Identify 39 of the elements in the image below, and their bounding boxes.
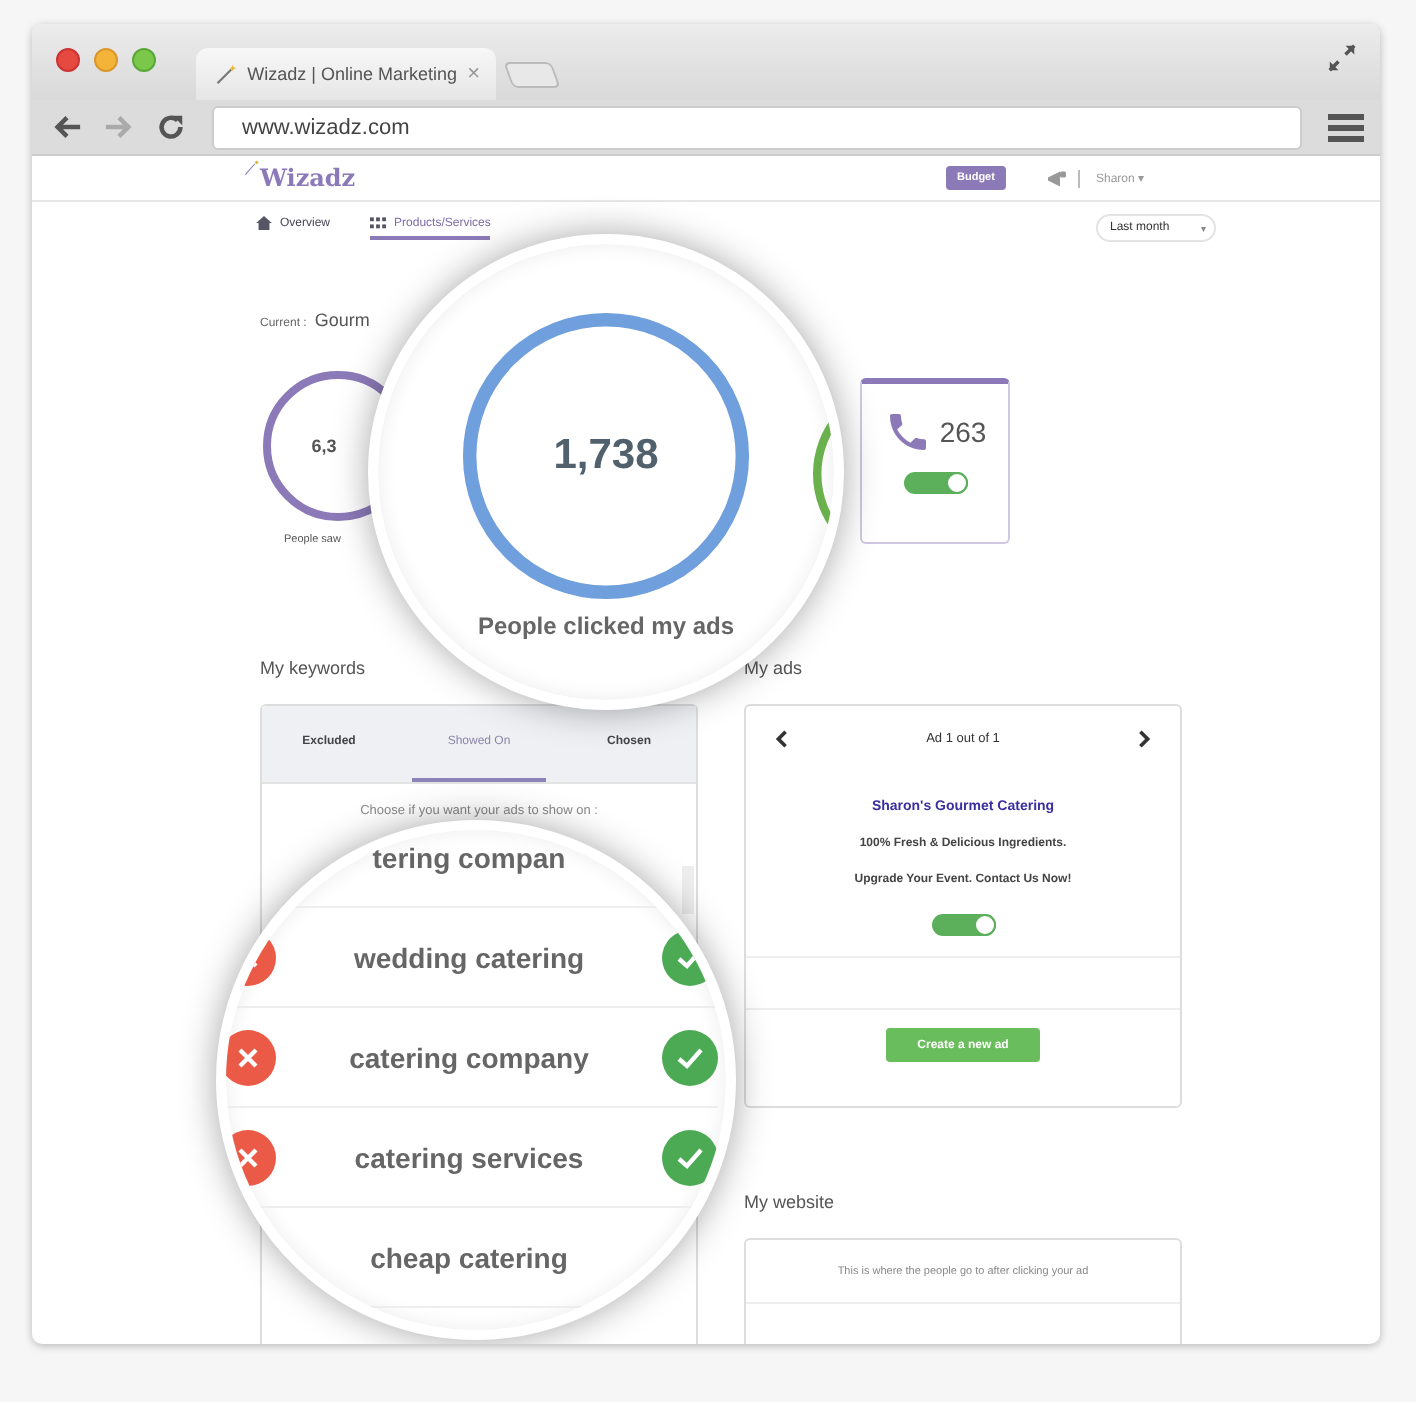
keyword: catering company [349,1041,589,1073]
keyword: tering compan [372,841,566,873]
tab-close-button[interactable]: × [467,62,480,86]
toggle-switch[interactable] [903,472,967,494]
section-heading: My ads [744,658,805,682]
wand-icon [244,160,260,176]
current-product: Gourm [314,310,370,330]
remove-icon[interactable] [226,1029,276,1085]
close-window-button[interactable] [56,48,80,72]
keyword: catering services [354,1141,584,1173]
minimize-window-button[interactable] [94,48,118,72]
menu-icon[interactable] [1328,111,1364,143]
previous-icon[interactable] [776,730,788,748]
stat-value: 1,738 [553,432,659,480]
forward-icon[interactable] [104,112,134,142]
check-icon[interactable] [661,1029,718,1085]
back-icon[interactable] [52,112,82,142]
stat-value: 6,3 [311,436,337,456]
stat-label: People clicked my ads [477,612,735,640]
grid-icon [370,216,387,230]
megaphone-icon[interactable] [1045,169,1068,187]
keyword: cheap catering [370,1241,568,1273]
new-tab-button[interactable] [503,62,561,88]
toggle-switch[interactable] [931,914,995,936]
home-icon [256,216,272,230]
keyword: wedding catering [353,941,585,973]
address-bar[interactable]: www.wizadz.com [212,105,1302,149]
section-heading: My website [744,1192,837,1216]
scrollbar[interactable] [682,866,694,914]
section-heading: My keywords [260,658,368,682]
logo[interactable]: Wizadz [260,164,356,192]
check-icon[interactable] [662,1129,718,1185]
next-icon[interactable] [1138,730,1150,748]
calls-count: 263 [939,416,987,448]
fullscreen-icon[interactable] [1328,44,1356,72]
reload-icon[interactable] [156,112,186,142]
wand-icon [216,62,238,86]
browser-tab[interactable]: Wizadz | Online Marketing × [196,48,496,100]
maximize-window-button[interactable] [132,48,156,72]
